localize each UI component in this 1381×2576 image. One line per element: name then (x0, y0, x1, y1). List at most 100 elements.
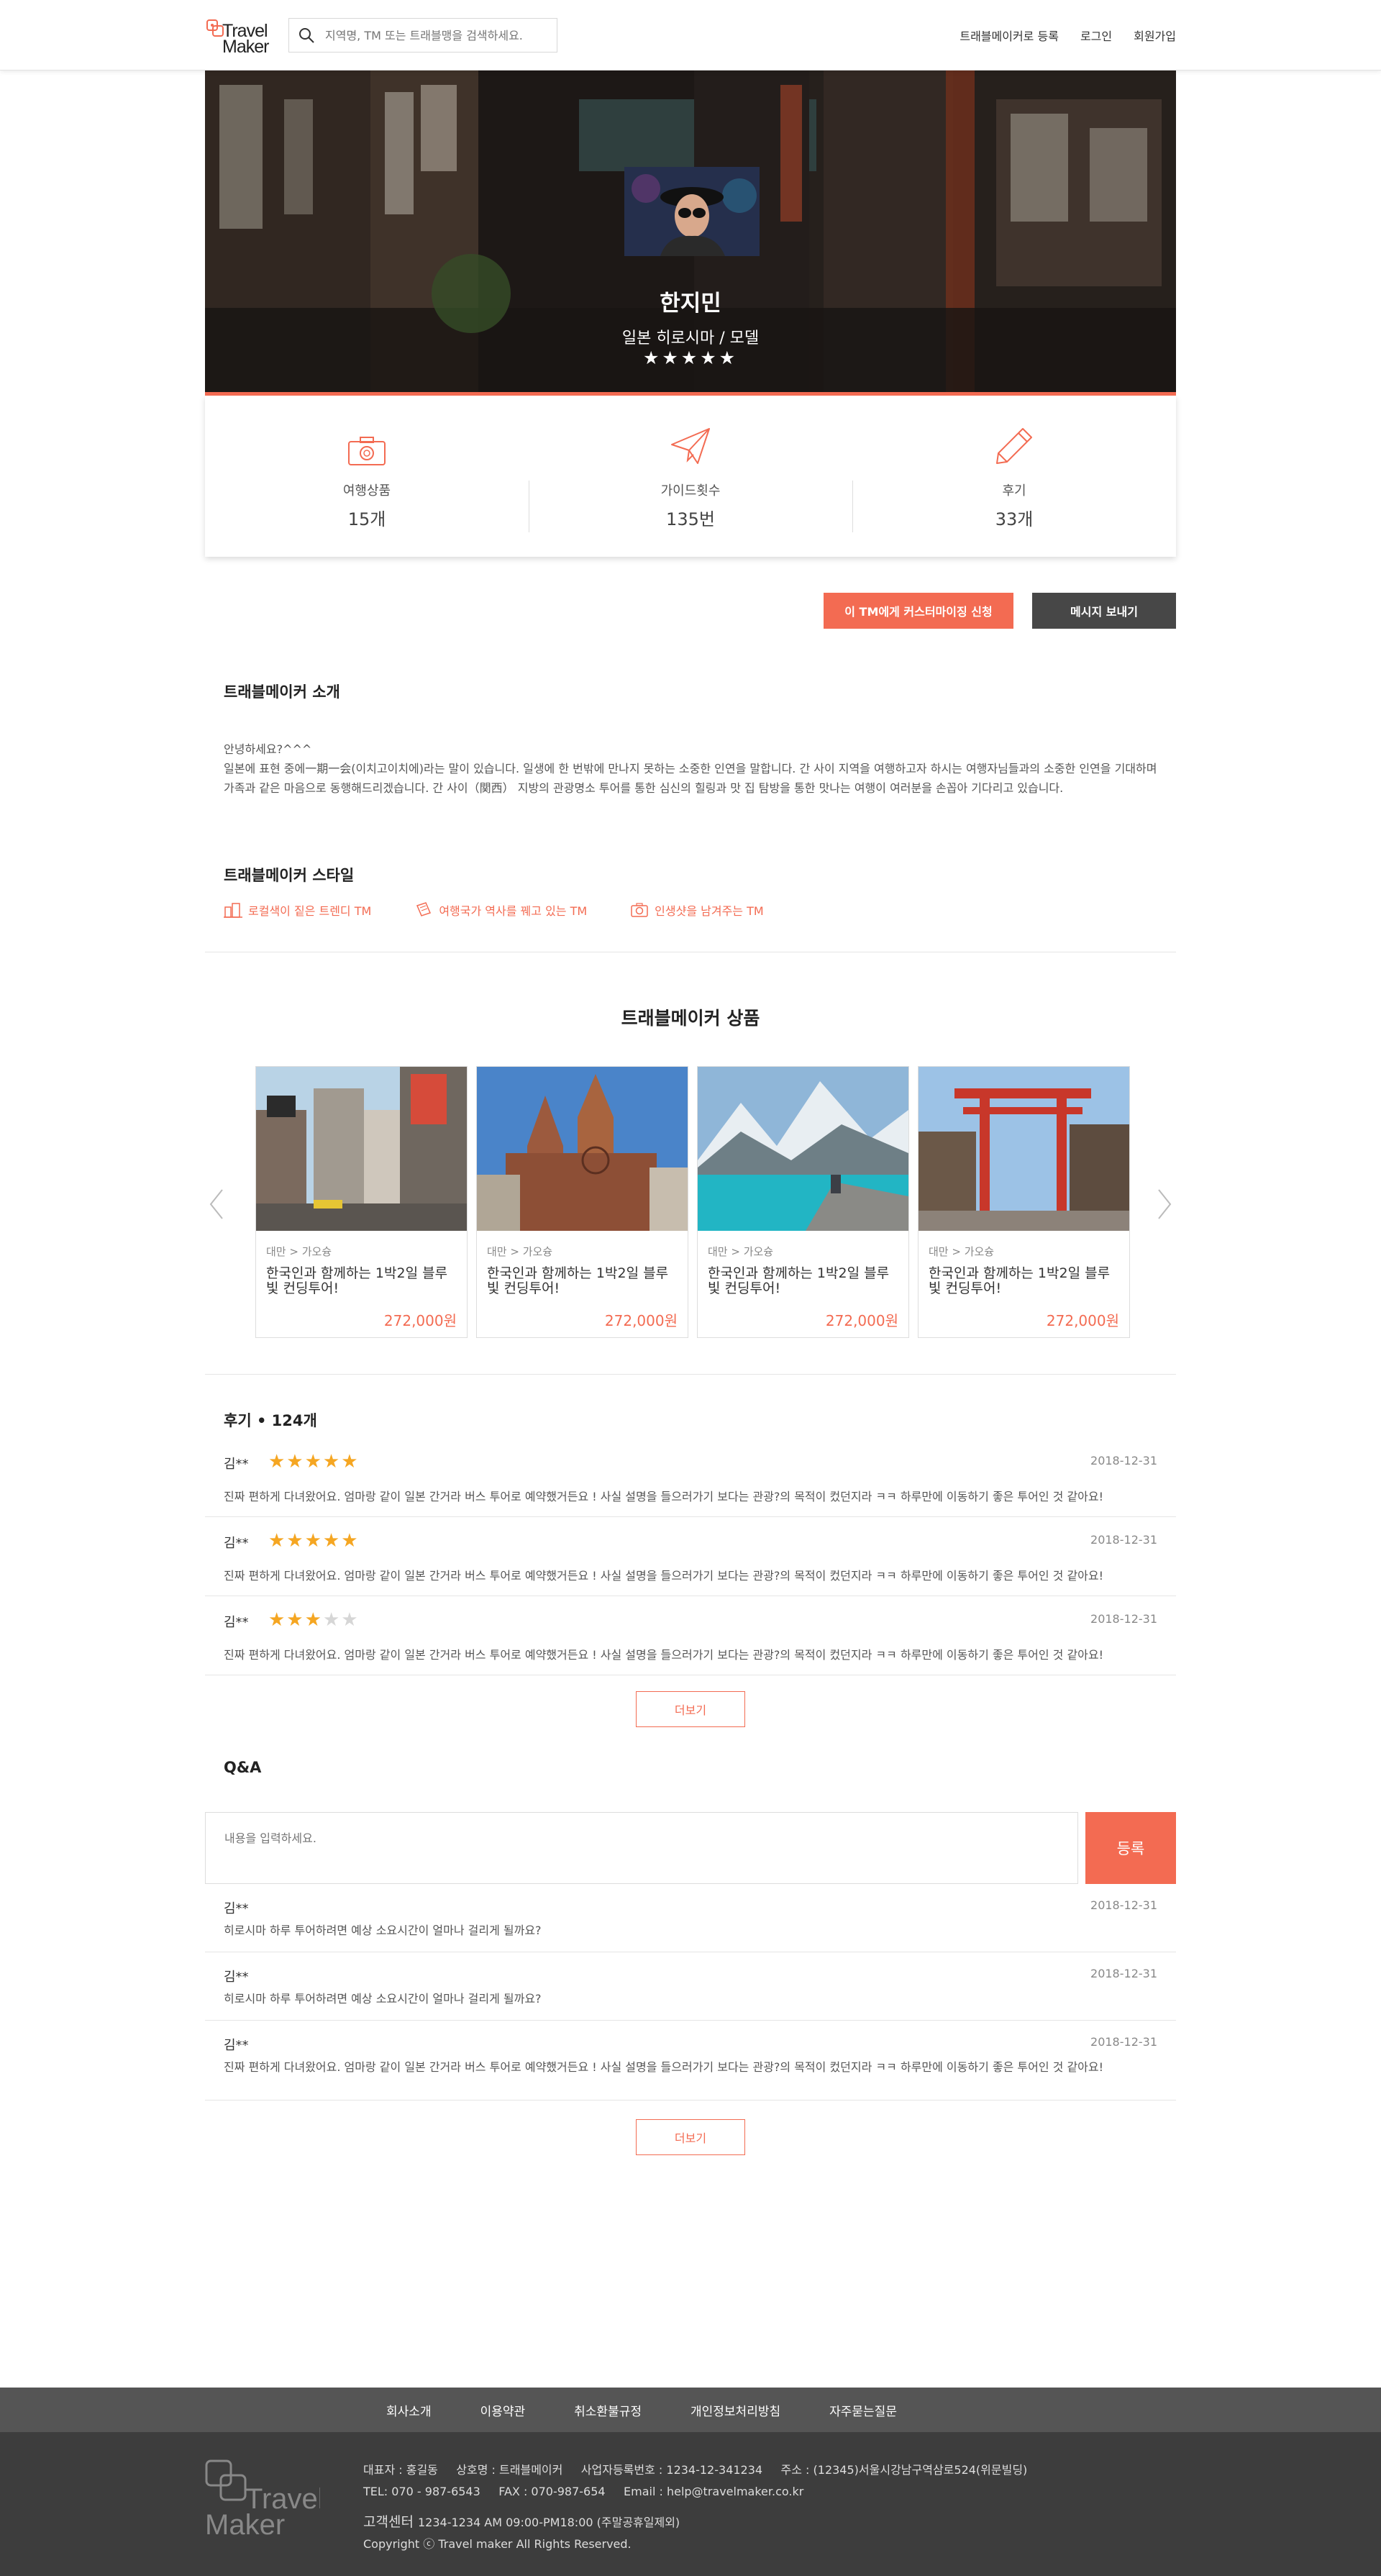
style-tag: 여행국가 역사를 꿰고 있는 TM (414, 901, 587, 919)
product-price: 272,000원 (604, 1312, 678, 1329)
footer-link-privacy[interactable]: 개인정보처리방침 (690, 2401, 780, 2419)
review-date: 2018-12-31 (1090, 1533, 1157, 1547)
qa-list: 김** 2018-12-31 히로시마 하루 투어하려면 예상 소요시간이 얼마… (205, 1884, 1176, 2101)
customizing-request-button[interactable]: 이 TM에게 커스터마이징 신청 (824, 593, 1013, 629)
profile-hero: 한지민 일본 히로시마 / 모델 ★★★★★ (205, 70, 1176, 396)
stat-products: 여행상품 15개 (205, 423, 529, 530)
footer-link-terms[interactable]: 이용약관 (480, 2401, 526, 2419)
pencil-icon (996, 427, 1032, 464)
review-author: 김** (224, 1536, 249, 1551)
footer-logo: Travel Maker (205, 2459, 363, 2541)
product-card[interactable]: 대만 > 가오슝 한국인과 함께하는 1박2일 블루빛 컨딩투어! 272,00… (476, 1066, 688, 1338)
search-icon (299, 28, 314, 43)
review-text: 진짜 편하게 다녀왔어요. 엄마랑 같이 일본 간거라 버스 투어로 예약했거든… (224, 1569, 1104, 1583)
intro-text: 안녕하세요?^^^ 일본에 표현 중에一期一会(이치고이치에)라는 말이 있습니… (205, 739, 1176, 798)
paper-plane-icon (671, 427, 710, 464)
chevron-left-icon[interactable] (208, 1188, 225, 1220)
footer-logo-line2: Maker (205, 2509, 285, 2539)
footer-link-refund[interactable]: 취소환불규정 (574, 2401, 642, 2419)
footer-info: 대표자 : 홍길동 상호명 : 트래블메이커 사업자등록번호 : 1234-12… (363, 2459, 1027, 2555)
footer-copyright: Copyright ⓒ Travel maker All Rights Rese… (363, 2537, 632, 2551)
stat-value: 135번 (666, 509, 715, 529)
review-item: 김** ★★★★★ 2018-12-31 진짜 편하게 다녀왔어요. 엄마랑 같… (205, 1438, 1176, 1517)
section-divider (205, 1374, 1176, 1375)
footer-main: Travel Maker 대표자 : 홍길동 상호명 : 트래블메이커 사업자등… (0, 2432, 1381, 2576)
footer-link-company[interactable]: 회사소개 (386, 2401, 432, 2419)
product-category: 대만 > 가오슝 (487, 1245, 553, 1258)
camera-icon (631, 903, 648, 917)
login-link[interactable]: 로그인 (1080, 27, 1112, 44)
profile-name: 한지민 (660, 291, 721, 317)
product-card[interactable]: 대만 > 가오슝 한국인과 함께하는 1박2일 블루빛 컨딩투어! 272,00… (255, 1066, 468, 1338)
camera-icon (348, 436, 386, 465)
product-card[interactable]: 대만 > 가오슝 한국인과 함께하는 1박2일 블루빛 컨딩투어! 272,00… (697, 1066, 909, 1338)
qa-date: 2018-12-31 (1090, 1898, 1157, 1912)
site-footer: 회사소개 이용약관 취소환불규정 개인정보처리방침 자주묻는질문 Travel … (0, 2388, 1381, 2576)
footer-contact-info: TEL: 070 - 987-6543 FAX : 070-987-654 Em… (363, 2485, 804, 2498)
qa-more-button[interactable]: 더보기 (636, 2119, 745, 2155)
register-maker-link[interactable]: 트래블메이커로 등록 (960, 27, 1059, 44)
qa-text: 진짜 편하게 다녀왔어요. 엄마랑 같이 일본 간거라 버스 투어로 예약했거든… (224, 2060, 1104, 2074)
chevron-right-icon[interactable] (1156, 1188, 1173, 1220)
stats-panel: 여행상품 15개 가이드횟수 135번 후기 33개 (205, 396, 1176, 557)
product-title: 한국인과 함께하는 1박2일 블루빛 컨딩투어! (487, 1265, 669, 1296)
review-date: 2018-12-31 (1090, 1454, 1157, 1467)
qa-submit-button[interactable]: 등록 (1085, 1812, 1176, 1884)
profile-subtitle: 일본 히로시마 / 모델 (621, 329, 760, 347)
review-rating: ★★★★★ (268, 1451, 360, 1473)
style-tag-label: 로컬색이 짙은 트렌디 TM (248, 904, 372, 918)
qa-input[interactable] (205, 1812, 1078, 1884)
qa-date: 2018-12-31 (1090, 1967, 1157, 1980)
send-message-button[interactable]: 메시지 보내기 (1032, 593, 1176, 629)
product-title: 한국인과 함께하는 1박2일 블루빛 컨딩투어! (708, 1265, 890, 1296)
footer-nav: 회사소개 이용약관 취소환불규정 개인정보처리방침 자주묻는질문 (0, 2388, 1381, 2432)
style-title: 트래블메이커 스타일 (224, 867, 355, 884)
profile-actions: 이 TM에게 커스터마이징 신청 메시지 보내기 (205, 593, 1176, 629)
reviews-more-button[interactable]: 더보기 (636, 1691, 745, 1727)
search-input[interactable] (325, 28, 541, 42)
stat-value: 33개 (995, 509, 1034, 529)
signup-link[interactable]: 회원가입 (1134, 27, 1176, 44)
product-image (477, 1067, 688, 1231)
search-box[interactable] (288, 18, 557, 53)
intro-body: 일본에 표현 중에一期一会(이치고이치에)라는 말이 있습니다. 일생에 한 번… (224, 762, 1157, 795)
qa-form: 등록 (205, 1812, 1176, 1884)
stat-label: 가이드횟수 (660, 483, 721, 499)
qa-author: 김** (224, 1970, 249, 1985)
qa-date: 2018-12-31 (1090, 2035, 1157, 2049)
city-icon (224, 903, 242, 918)
product-image (919, 1067, 1129, 1231)
footer-link-faq[interactable]: 자주묻는질문 (829, 2401, 897, 2419)
qa-author: 김** (224, 1901, 249, 1916)
product-price: 272,000원 (383, 1312, 457, 1329)
qa-item: 김** 2018-12-31 히로시마 하루 투어하려면 예상 소요시간이 얼마… (205, 1952, 1176, 2021)
stat-guides: 가이드횟수 135번 (529, 423, 852, 532)
stat-label: 여행상품 (342, 483, 391, 499)
footer-cs-hours: 1234-1234 AM 09:00-PM18:00 (주말공휴일제외) (417, 2516, 680, 2529)
style-tag-label: 인생샷을 남겨주는 TM (655, 904, 764, 918)
qa-author: 김** (224, 2038, 249, 2053)
logo-text: Travel Maker (222, 22, 269, 56)
site-header: Travel Maker 트래블메이커로 등록 로그인 회원가입 (0, 0, 1381, 70)
review-item: 김** ★★★★★ 2018-12-31 진짜 편하게 다녀왔어요. 엄마랑 같… (205, 1596, 1176, 1675)
footer-customer-center: 고객센터 1234-1234 AM 09:00-PM18:00 (주말공휴일제외… (363, 2511, 1027, 2534)
products-title: 트래블메이커 상품 (621, 1008, 760, 1029)
footer-company-info: 대표자 : 홍길동 상호명 : 트래블메이커 사업자등록번호 : 1234-12… (363, 2463, 1028, 2477)
style-tag: 로컬색이 짙은 트렌디 TM (224, 901, 371, 919)
qa-text: 히로시마 하루 투어하려면 예상 소요시간이 얼마나 걸리게 될까요? (224, 1924, 542, 1937)
scroll-icon (416, 902, 432, 916)
product-image (698, 1067, 908, 1231)
review-author: 김** (224, 1615, 249, 1630)
qa-text: 히로시마 하루 투어하려면 예상 소요시간이 얼마나 걸리게 될까요? (224, 1992, 542, 2006)
logo[interactable]: Travel Maker (205, 14, 286, 57)
stat-value: 15개 (347, 509, 386, 529)
profile-avatar (624, 167, 760, 256)
review-rating: ★★★★★ (268, 1530, 360, 1552)
review-text: 진짜 편하게 다녀왔어요. 엄마랑 같이 일본 간거라 버스 투어로 예약했거든… (224, 1648, 1104, 1662)
qa-item: 김** 2018-12-31 히로시마 하루 투어하려면 예상 소요시간이 얼마… (205, 1884, 1176, 1952)
product-card[interactable]: 대만 > 가오슝 한국인과 함께하는 1박2일 블루빛 컨딩투어! 272,00… (918, 1066, 1130, 1338)
review-text: 진짜 편하게 다녀왔어요. 엄마랑 같이 일본 간거라 버스 투어로 예약했거든… (224, 1490, 1104, 1503)
stat-reviews: 후기 33개 (852, 423, 1176, 532)
review-item: 김** ★★★★★ 2018-12-31 진짜 편하게 다녀왔어요. 엄마랑 같… (205, 1517, 1176, 1596)
style-tag-label: 여행국가 역사를 꿰고 있는 TM (439, 904, 588, 918)
